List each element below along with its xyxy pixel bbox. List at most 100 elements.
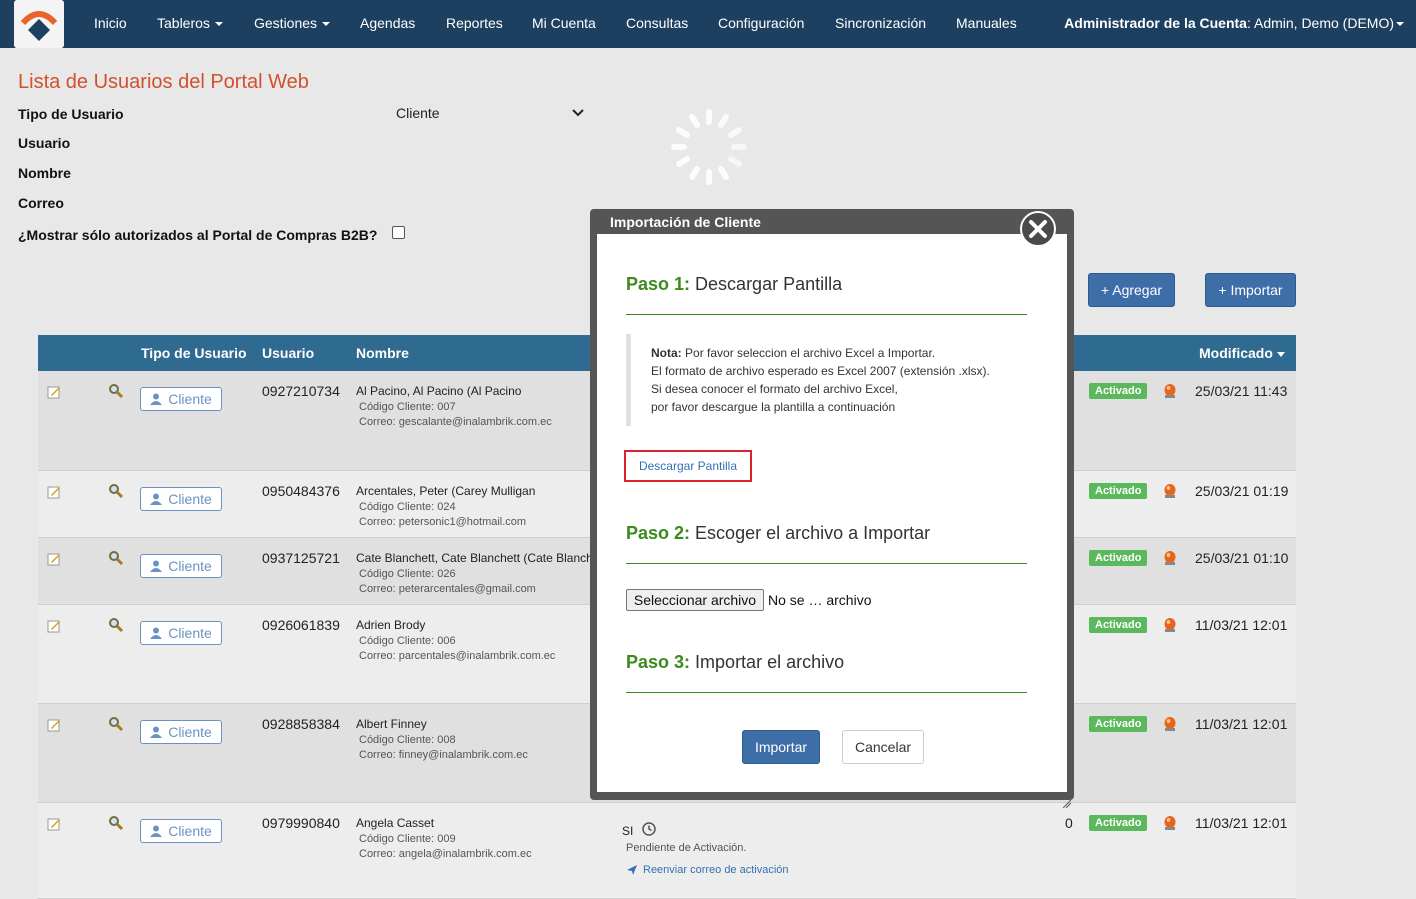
note-line3: Si desea conocer el formato del archivo … (651, 382, 898, 396)
edit-icon[interactable] (47, 718, 61, 732)
note-line2: El formato de archivo esperado es Excel … (651, 364, 990, 378)
loading-spinner-icon (671, 109, 747, 185)
nav-mi-cuenta[interactable]: Mi Cuenta (532, 15, 596, 31)
step1-text: Descargar Pantilla (695, 274, 843, 294)
chevron-down-icon (1396, 22, 1404, 27)
modal-cancel-button[interactable]: Cancelar (842, 730, 924, 764)
edit-icon[interactable] (47, 817, 61, 831)
codigo-value: Código Cliente: 007 (359, 401, 456, 413)
nav-inicio[interactable]: Inicio (94, 15, 127, 31)
nombre-value: Adrien Brody (356, 618, 426, 632)
autorizados-checkbox[interactable] (392, 226, 405, 239)
nombre-value: Albert Finney (356, 717, 427, 731)
search-icon[interactable] (108, 483, 124, 499)
modificado-value: 25/03/21 11:43 (1195, 383, 1288, 399)
nav-gestiones-label: Gestiones (254, 15, 318, 31)
alert-light-icon (1164, 816, 1176, 830)
correo-value: Correo: angela@inalambrik.com.ec (359, 848, 532, 860)
role-cliente-button[interactable]: Cliente (140, 720, 222, 744)
usuario-value: 0950484376 (262, 483, 340, 499)
modal-title: Importación de Cliente (610, 214, 761, 230)
send-icon (627, 865, 637, 875)
resize-handle-icon[interactable] (1063, 800, 1071, 808)
nav-agendas[interactable]: Agendas (360, 15, 415, 31)
page-title: Lista de Usuarios del Portal Web (18, 71, 309, 93)
edit-icon[interactable] (47, 619, 61, 633)
tipo-usuario-select[interactable]: Cliente (396, 105, 584, 121)
nav-gestiones[interactable]: Gestiones (254, 15, 331, 31)
search-icon[interactable] (108, 383, 124, 399)
row-count-value: 0 (1065, 815, 1073, 831)
step2-label: Paso 2: (626, 523, 691, 543)
chevron-down-icon (572, 109, 584, 117)
search-icon[interactable] (108, 716, 124, 732)
role-label: Cliente (168, 724, 212, 740)
edit-icon[interactable] (47, 385, 61, 399)
nav-reportes[interactable]: Reportes (446, 15, 503, 31)
col-modificado[interactable]: Modificado (1199, 345, 1285, 361)
search-icon[interactable] (108, 617, 124, 633)
alert-light-icon (1164, 384, 1176, 398)
modal-import-button[interactable]: Importar (742, 730, 820, 764)
role-cliente-button[interactable]: Cliente (140, 387, 222, 411)
role-cliente-button[interactable]: Cliente (140, 819, 222, 843)
correo-value: Correo: finney@inalambrik.com.ec (359, 749, 528, 761)
agregar-button[interactable]: + Agregar (1088, 273, 1175, 307)
filter-nombre-label: Nombre (18, 165, 71, 181)
edit-icon[interactable] (47, 552, 61, 566)
resend-activation-link[interactable]: Reenviar correo de activación (643, 864, 789, 876)
role-label: Cliente (168, 625, 212, 641)
modal-close-button[interactable] (1020, 211, 1056, 247)
nombre-value: Angela Casset (356, 816, 435, 830)
col-modificado-label: Modificado (1199, 345, 1273, 361)
user-icon (150, 560, 163, 572)
step2-divider (626, 563, 1027, 564)
search-icon[interactable] (108, 550, 124, 566)
filter-correo-label: Correo (18, 195, 64, 211)
col-nombre[interactable]: Nombre (356, 345, 409, 361)
role-cliente-button[interactable]: Cliente (140, 554, 222, 578)
modificado-value: 11/03/21 12:01 (1195, 815, 1288, 831)
select-file-button[interactable]: Seleccionar archivo (626, 589, 764, 611)
codigo-value: Código Cliente: 026 (359, 568, 456, 580)
role-cliente-button[interactable]: Cliente (140, 487, 222, 511)
search-icon[interactable] (108, 815, 124, 831)
top-navbar: Inicio Tableros Gestiones Agendas Report… (0, 0, 1416, 48)
col-tipo-usuario[interactable]: Tipo de Usuario (141, 345, 247, 361)
alert-light-icon (1164, 551, 1176, 565)
step1-heading: Paso 1: Descargar Pantilla (626, 274, 842, 295)
nav-tableros[interactable]: Tableros (157, 15, 223, 31)
user-icon (150, 627, 163, 639)
status-badge: Activado (1089, 383, 1148, 399)
importar-button[interactable]: + Importar (1205, 273, 1296, 307)
account-menu[interactable]: Administrador de la Cuenta: Admin, Demo … (1064, 15, 1404, 31)
nombre-value: Cate Blanchett, Cate Blanchett (Cate Bla… (356, 551, 590, 565)
edit-icon[interactable] (47, 485, 61, 499)
close-icon (1029, 220, 1047, 238)
note-line1: Por favor seleccion el archivo Excel a I… (685, 346, 936, 360)
sort-desc-icon (1276, 351, 1285, 357)
filter-tipo-label: Tipo de Usuario (18, 106, 124, 122)
codigo-value: Código Cliente: 024 (359, 501, 456, 513)
nav-configuracion[interactable]: Configuración (718, 15, 804, 31)
company-logo[interactable] (14, 0, 64, 48)
status-badge: Activado (1089, 550, 1148, 566)
col-usuario[interactable]: Usuario (262, 345, 314, 361)
download-template-link[interactable]: Descargar Pantilla (624, 450, 752, 482)
nav-consultas[interactable]: Consultas (626, 15, 688, 31)
modificado-value: 25/03/21 01:19 (1195, 483, 1289, 499)
status-badge: Activado (1089, 815, 1148, 831)
nav-manuales[interactable]: Manuales (956, 15, 1017, 31)
nav-sincronizacion[interactable]: Sincronización (835, 15, 926, 31)
usuario-value: 0928858384 (262, 716, 340, 732)
note-line4: por favor descargue la plantilla a conti… (651, 400, 896, 414)
chevron-down-icon (322, 22, 331, 27)
pending-activation-text: Pendiente de Activación. (626, 842, 747, 854)
step3-heading: Paso 3: Importar el archivo (626, 652, 844, 673)
tipo-usuario-value: Cliente (396, 105, 440, 121)
role-cliente-button[interactable]: Cliente (140, 621, 222, 645)
import-note: Nota: Por favor seleccion el archivo Exc… (626, 334, 1026, 426)
step3-divider (626, 692, 1027, 693)
step3-label: Paso 3: (626, 652, 691, 672)
step1-divider (626, 314, 1027, 315)
